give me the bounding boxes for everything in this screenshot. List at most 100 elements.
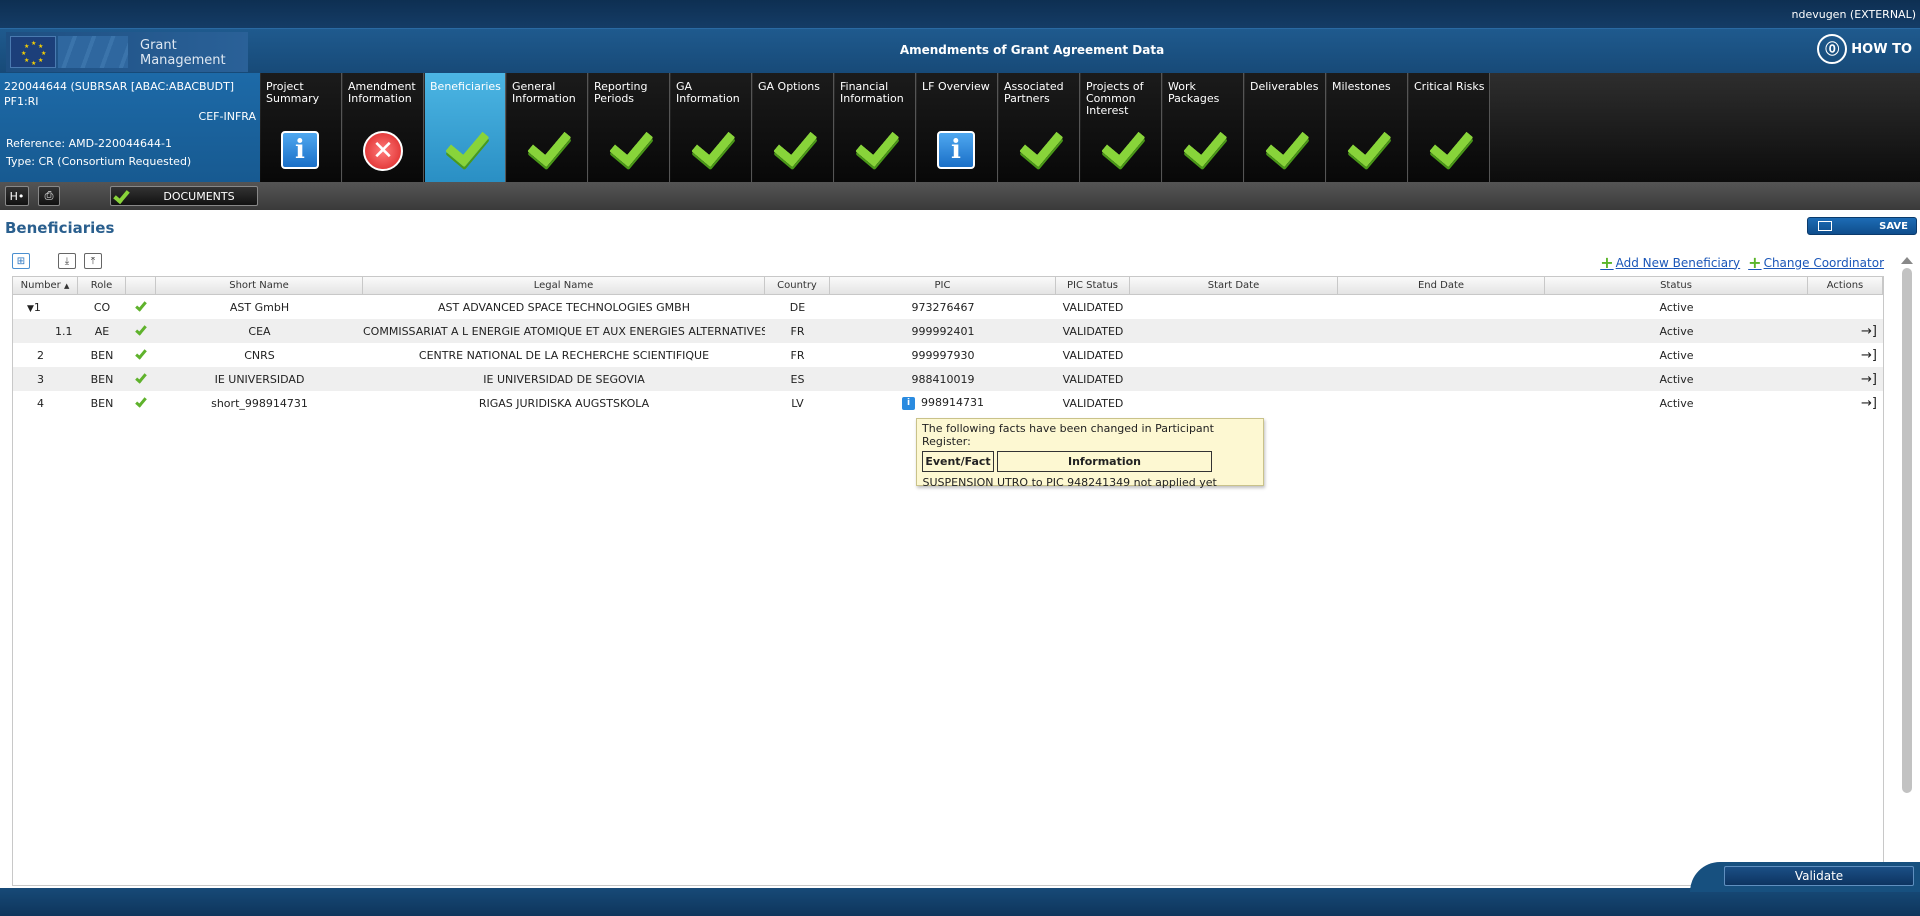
terminate-action-icon[interactable]: →] <box>1861 396 1877 411</box>
navigation-area: 220044644 (SUBRSAR [ABAC:ABACBUDT] PF1:R… <box>0 73 1920 182</box>
tab-label: GA Information <box>676 80 740 105</box>
tab-deliverables[interactable]: Deliverables <box>1245 73 1326 182</box>
col-number[interactable]: Number ▲ <box>13 277 78 294</box>
number-text: 2 <box>37 348 44 362</box>
cell-pic: 999992401 <box>830 325 1056 338</box>
check-icon <box>1101 131 1143 171</box>
check-icon <box>1019 131 1061 171</box>
vertical-scrollbar[interactable] <box>1900 257 1914 807</box>
table-row[interactable]: 4 BEN short_998914731 RIGAS JURIDISKA AUGST… <box>13 391 1883 415</box>
tooltip-title: The following facts have been changed in… <box>922 422 1214 448</box>
how-to-label: HOW TO <box>1851 41 1912 57</box>
check-icon <box>445 131 487 171</box>
cell-role: AE <box>94 324 110 338</box>
expand-collapse-icon[interactable]: ▼ <box>27 304 34 314</box>
cell-pic: i 998914731 <box>830 396 1056 410</box>
hierarchy-icon[interactable]: ⊞ <box>12 253 30 269</box>
cell-actions: →] <box>1808 372 1883 387</box>
pic-text: 999992401 <box>911 324 975 338</box>
expand-all-icon[interactable]: ⤓ <box>58 253 76 269</box>
col-check <box>126 277 156 294</box>
col-status[interactable]: Status <box>1545 277 1808 294</box>
project-type: Type: CR (Consortium Requested) <box>6 155 192 168</box>
col-start-date[interactable]: Start Date <box>1130 277 1338 294</box>
tab-label: GA Options <box>758 80 820 93</box>
valid-check-icon <box>135 300 147 312</box>
tab-general-information[interactable]: General Information <box>507 73 588 182</box>
tooltip-col-information: Information <box>997 451 1212 472</box>
cell-role: BEN <box>90 348 114 362</box>
plus-icon: + <box>1600 253 1614 272</box>
cell-country: FR <box>790 324 805 338</box>
terminate-action-icon[interactable]: →] <box>1861 372 1877 387</box>
tab-beneficiaries[interactable]: Beneficiaries <box>425 73 506 182</box>
tooltip-info: UTRO to PIC 948241349 not applied yet <box>997 476 1217 489</box>
cell-country: DE <box>789 300 806 314</box>
pic-info-icon[interactable]: i <box>902 396 915 410</box>
how-to-button[interactable]: ⓪ HOW TO <box>1817 34 1912 64</box>
table-row[interactable]: 2 BEN CNRS CENTRE NATIONAL DE LA RECHERCHE … <box>13 343 1883 367</box>
table-row[interactable]: 3 BEN IE UNIVERSIDAD IE UNIVERSIDAD DE SEGO… <box>13 367 1883 391</box>
grid-links: + Add New Beneficiary + Change Coordinator <box>1600 253 1884 272</box>
number-text: 1.1 <box>55 324 73 338</box>
check-icon <box>773 131 815 171</box>
valid-check-icon <box>135 324 147 336</box>
col-end-date[interactable]: End Date <box>1338 277 1545 294</box>
add-new-beneficiary-link[interactable]: + Add New Beneficiary <box>1600 253 1740 272</box>
info-icon: i <box>937 131 975 169</box>
tab-ga-information[interactable]: GA Information <box>671 73 752 182</box>
tab-ga-options[interactable]: GA Options <box>753 73 834 182</box>
tab-amendment-information[interactable]: Amendment Information ✕ <box>343 73 424 182</box>
tab-milestones[interactable]: Milestones <box>1327 73 1408 182</box>
col-short-name[interactable]: Short Name <box>156 277 363 294</box>
cell-country: FR <box>790 348 805 362</box>
col-pic[interactable]: PIC <box>830 277 1056 294</box>
tab-reporting-periods[interactable]: Reporting Periods <box>589 73 670 182</box>
col-role[interactable]: Role <box>78 277 126 294</box>
number-text: 1 <box>33 300 41 314</box>
save-label: SAVE <box>1879 220 1908 232</box>
table-row[interactable]: ▼1 CO AST GmbH AST ADVANCED SPACE TECHNOLOG… <box>13 295 1883 319</box>
tab-associated-partners[interactable]: Associated Partners <box>999 73 1080 182</box>
check-icon <box>1265 131 1307 171</box>
cell-number: 2 <box>13 349 78 362</box>
check-icon <box>527 131 569 171</box>
project-programme: CEF-INFRA <box>198 110 256 123</box>
table-row[interactable]: 1.1 AE CEA COMMISSARIAT A L ENERGIE ATOMIQU… <box>13 319 1883 343</box>
pic-text: 999997930 <box>911 348 975 362</box>
terminate-action-icon[interactable]: →] <box>1861 348 1877 363</box>
pic-text: 998914731 <box>921 396 984 410</box>
tab-project-summary[interactable]: Project Summary i <box>261 73 342 182</box>
collapse-all-icon[interactable]: ⤒ <box>84 253 102 269</box>
col-legal-name[interactable]: Legal Name <box>363 277 765 294</box>
participant-register-tooltip: The following facts have been changed in… <box>916 418 1264 489</box>
col-country[interactable]: Country <box>765 277 830 294</box>
scroll-up-arrow-icon[interactable] <box>1901 257 1913 264</box>
col-actions: Actions <box>1808 277 1883 294</box>
valid-check-icon <box>135 372 147 384</box>
tab-projects-of-common-interest[interactable]: Projects of Common Interest <box>1081 73 1162 182</box>
change-coordinator-link[interactable]: + Change Coordinator <box>1748 253 1884 272</box>
scroll-thumb[interactable] <box>1902 268 1912 793</box>
grid-tools: ⊞ ⤓ ⤒ <box>12 253 102 269</box>
col-pic-status[interactable]: PIC Status <box>1056 277 1130 294</box>
documents-button[interactable]: DOCUMENTS <box>110 186 258 206</box>
cell-number: 4 <box>13 397 78 410</box>
print-button[interactable]: ⎙ <box>38 186 60 206</box>
tab-work-packages[interactable]: Work Packages <box>1163 73 1244 182</box>
tab-label: Deliverables <box>1250 80 1319 93</box>
check-icon <box>1429 131 1471 171</box>
validate-button[interactable]: Validate <box>1724 866 1914 886</box>
cell-legal-name: IE UNIVERSIDAD DE SEGOVIA <box>483 372 645 386</box>
terminate-action-icon[interactable]: →] <box>1861 324 1877 339</box>
cell-status: Active <box>1659 348 1694 362</box>
save-button[interactable]: SAVE <box>1807 217 1917 235</box>
tab-lf-overview[interactable]: LF Overview i <box>917 73 998 182</box>
tab-financial-information[interactable]: Financial Information <box>835 73 916 182</box>
tab-critical-risks[interactable]: Critical Risks <box>1409 73 1490 182</box>
project-reference: Reference: AMD-220044644-1 <box>6 137 173 150</box>
home-button[interactable]: H• <box>5 186 29 206</box>
cell-pic-status: VALIDATED <box>1062 396 1124 410</box>
cell-pic-status: VALIDATED <box>1062 324 1124 338</box>
cell-legal-name: CENTRE NATIONAL DE LA RECHERCHE SCIENTIF… <box>418 348 710 362</box>
